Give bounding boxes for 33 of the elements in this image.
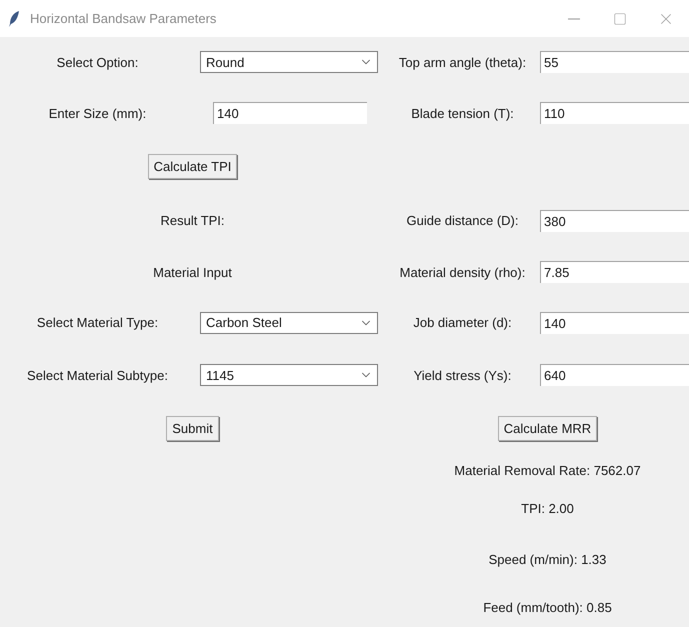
- input-field[interactable]: 640: [540, 364, 689, 386]
- result-label: Result TPI:: [160, 213, 225, 228]
- section-label: Material Input: [153, 264, 232, 280]
- calculate-mrr-button[interactable]: Calculate MRR: [498, 416, 598, 440]
- field-label: Blade tension (T):: [411, 106, 514, 120]
- field-label: Job diameter (d):: [413, 315, 512, 330]
- input-field[interactable]: 380: [540, 210, 689, 232]
- window-title: Horizontal Bandsaw Parameters: [30, 11, 218, 26]
- field-label: Select Material Subtype:: [27, 368, 168, 382]
- result-label: TPI: 2.00: [521, 500, 574, 516]
- result-label: Speed (m/min): 1.33: [488, 552, 606, 566]
- input-field[interactable]: 7.85: [540, 261, 689, 283]
- result-label: Material Removal Rate: 7562.07: [454, 463, 641, 478]
- calculate-tpi-button[interactable]: Calculate TPI: [148, 154, 238, 178]
- input-field[interactable]: 140: [213, 102, 367, 124]
- field-label: Material density (rho):: [400, 264, 526, 280]
- field-label: Guide distance (D):: [406, 213, 518, 228]
- input-field[interactable]: 110: [540, 102, 689, 124]
- dropdown[interactable]: Carbon Steel: [200, 312, 378, 334]
- field-label: Top arm angle (theta):: [398, 54, 526, 70]
- field-label: Yield stress (Ys):: [414, 368, 512, 382]
- input-field[interactable]: 55: [540, 51, 689, 73]
- field-label: Select Material Type:: [36, 315, 158, 330]
- field-label: Enter Size (mm):: [48, 106, 146, 120]
- feather-icon: [8, 10, 20, 28]
- dropdown[interactable]: 1145: [200, 364, 378, 386]
- result-label: Feed (mm/tooth): 0.85: [483, 600, 612, 615]
- dropdown[interactable]: Round: [200, 51, 378, 73]
- maximize-icon: [613, 12, 627, 26]
- field-label: Select Option:: [56, 54, 138, 70]
- minimize-icon: [568, 18, 580, 20]
- input-field[interactable]: 140: [540, 312, 689, 334]
- submit-button[interactable]: Submit: [166, 416, 219, 440]
